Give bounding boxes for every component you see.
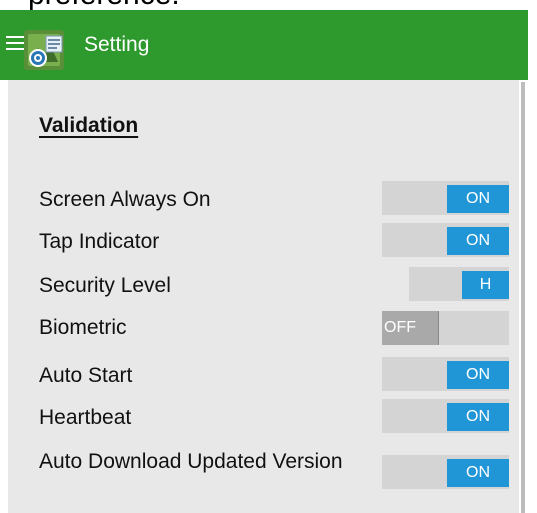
toggle-state: ON [447, 403, 509, 431]
toggle-tap-indicator[interactable]: ON [382, 223, 509, 257]
app-bar: Setting [0, 10, 528, 80]
toggle-auto-start[interactable]: ON [382, 357, 509, 391]
setting-label-screen-always-on: Screen Always On [39, 188, 211, 211]
toggle-state: ON [447, 459, 509, 487]
settings-screen: preference. Setting Validation Screen Al… [0, 0, 537, 513]
settings-panel: Validation Screen Always On ON Tap Indic… [8, 80, 519, 513]
setting-label-auto-download-updated-version: Auto Download Updated Version [39, 450, 343, 473]
toggle-biometric[interactable]: OFF [382, 311, 509, 345]
toggle-heartbeat[interactable]: ON [382, 399, 509, 433]
setting-label-tap-indicator: Tap Indicator [39, 230, 160, 253]
toggle-state: H [462, 271, 509, 299]
app-logo-icon [24, 30, 64, 70]
toggle-state: ON [447, 227, 509, 255]
toggle-state: ON [447, 185, 509, 213]
section-heading-validation: Validation [39, 114, 139, 137]
setting-label-security-level: Security Level [39, 274, 171, 297]
app-title: Setting [84, 33, 150, 56]
setting-label-heartbeat: Heartbeat [39, 406, 132, 429]
scrollbar[interactable] [521, 82, 525, 513]
toggle-screen-always-on[interactable]: ON [382, 181, 509, 215]
setting-label-biometric: Biometric [39, 316, 127, 339]
toggle-state: OFF [382, 311, 438, 345]
setting-label-auto-start: Auto Start [39, 364, 133, 387]
toggle-auto-download-updated-version[interactable]: ON [382, 455, 509, 489]
toggle-state: ON [447, 361, 509, 389]
toggle-security-level[interactable]: H [409, 267, 509, 301]
